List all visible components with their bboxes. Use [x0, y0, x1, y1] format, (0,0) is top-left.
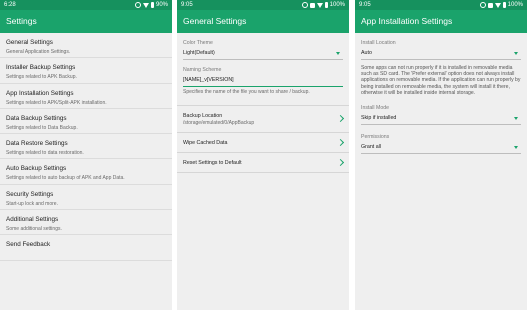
vibrate-icon: [309, 2, 315, 8]
settings-item-subtitle: Settings related to Data Backup.: [6, 124, 78, 131]
status-bar: 6:28 90%: [0, 0, 172, 10]
install-mode-label: Install Mode: [361, 105, 389, 112]
settings-screen: 6:28 90% Settings General Settings Genera…: [0, 0, 172, 310]
install-location-label: Install Location: [361, 40, 396, 46]
dropdown-arrow-icon: [514, 117, 518, 121]
settings-list-item[interactable]: App Installation Settings Settings relate…: [0, 84, 172, 109]
reset-settings-row[interactable]: Reset Settings to Default: [177, 152, 349, 173]
settings-list-item[interactable]: Send Feedback: [0, 235, 172, 261]
settings-item-subtitle: General Application Settings.: [6, 49, 71, 55]
battery-level: 90%: [155, 2, 168, 8]
settings-item-title: Data Backup Settings: [6, 114, 67, 122]
settings-list-item[interactable]: Data Backup Settings Settings related to …: [0, 109, 172, 135]
install-location-note: Some apps can not run properly if it is …: [361, 65, 521, 96]
naming-scheme-label: Naming Scheme: [183, 67, 222, 73]
battery-level: 100%: [329, 2, 345, 8]
permissions-label: Permissions: [361, 134, 390, 141]
app-bar-title: App Installation Settings: [355, 10, 527, 33]
settings-item-title: General Settings: [6, 39, 53, 46]
app-installation-settings-screen: 9:05 100% App Installation Settings Inst…: [355, 0, 527, 310]
status-time: 6:28: [4, 2, 16, 8]
status-icons: 100%: [479, 0, 523, 10]
settings-item-title: Additional Settings: [6, 216, 59, 224]
wipe-cache-label: Wipe Cached Data: [183, 140, 228, 146]
app-bar-title: General Settings: [177, 10, 349, 33]
backup-location-title: Backup Location: [183, 113, 223, 119]
settings-item-subtitle: Settings related to auto backup of APK a…: [6, 175, 125, 182]
battery-icon: [324, 2, 328, 8]
settings-item-title: Send Feedback: [6, 241, 51, 249]
backup-location-row[interactable]: Backup Location /storage/emulated/0/AppB…: [177, 105, 349, 132]
settings-item-subtitle: Start-up lock and more.: [6, 200, 58, 207]
wifi-icon: [316, 2, 323, 8]
status-icons: 100%: [301, 0, 345, 10]
settings-item-subtitle: Settings related to APK/Split-APK instal…: [6, 99, 107, 106]
battery-icon: [502, 2, 506, 8]
settings-item-subtitle: Some additional settings.: [6, 226, 62, 233]
install-mode-dropdown[interactable]: Skip if installed: [361, 113, 521, 126]
naming-scheme-helper: Specifies the name of the file you want …: [183, 89, 310, 95]
settings-list-item[interactable]: Additional Settings Some additional setti…: [0, 210, 172, 236]
battery-icon: [150, 2, 154, 8]
settings-list-item[interactable]: Auto Backup Settings Settings related to …: [0, 159, 172, 185]
settings-item-subtitle: Settings related to APK Backup.: [6, 74, 77, 81]
settings-list-item[interactable]: Installer Backup Settings Settings relate…: [0, 58, 172, 84]
status-bar: 9:05 100%: [177, 0, 349, 10]
status-icons: 90%: [134, 0, 168, 10]
location-icon: [301, 2, 308, 8]
settings-item-title: App Installation Settings: [6, 89, 74, 97]
settings-list: General Settings General Application Sett…: [0, 33, 172, 261]
permissions-dropdown[interactable]: Grant all: [361, 142, 521, 155]
settings-item-subtitle: Settings related to data restoration.: [6, 150, 84, 157]
dropdown-arrow-icon: [514, 52, 518, 55]
wifi-icon: [494, 2, 501, 8]
settings-list-item[interactable]: Security Settings Start-up lock and more.: [0, 185, 172, 211]
naming-scheme-input[interactable]: [NAME]_v[VERSION]: [183, 75, 343, 87]
settings-list-item[interactable]: General Settings General Application Sett…: [0, 33, 172, 59]
app-bar-title: Settings: [0, 10, 172, 33]
wifi-icon: [142, 2, 149, 8]
status-bar: 9:05 100%: [355, 0, 527, 10]
status-time: 9:05: [181, 2, 193, 8]
install-mode-value: Skip if installed: [361, 115, 397, 122]
color-theme-value: Light(Default): [183, 50, 215, 56]
permissions-value: Grant all: [361, 144, 382, 151]
settings-item-title: Security Settings: [6, 190, 54, 198]
location-icon: [479, 2, 486, 8]
vibrate-icon: [487, 2, 493, 8]
general-settings-screen: 9:05 100% General Settings Color Theme L…: [177, 0, 349, 310]
dropdown-arrow-icon: [336, 52, 340, 55]
battery-level: 100%: [507, 2, 523, 8]
backup-location-path: /storage/emulated/0/AppBackup: [183, 120, 255, 126]
notification-icon: [134, 2, 141, 8]
settings-item-title: Data Restore Settings: [6, 140, 68, 148]
color-theme-dropdown[interactable]: Light(Default): [183, 48, 343, 60]
status-time: 9:05: [359, 2, 371, 8]
reset-settings-label: Reset Settings to Default: [183, 160, 242, 166]
color-theme-label: Color Theme: [183, 40, 213, 46]
settings-list-item[interactable]: Data Restore Settings Settings related to…: [0, 134, 172, 160]
install-location-value: Auto: [361, 50, 372, 56]
dropdown-arrow-icon: [514, 146, 518, 150]
install-location-dropdown[interactable]: Auto: [361, 48, 521, 60]
settings-item-title: Installer Backup Settings: [6, 64, 76, 72]
wipe-cache-row[interactable]: Wipe Cached Data: [177, 132, 349, 152]
settings-item-title: Auto Backup Settings: [6, 165, 67, 173]
